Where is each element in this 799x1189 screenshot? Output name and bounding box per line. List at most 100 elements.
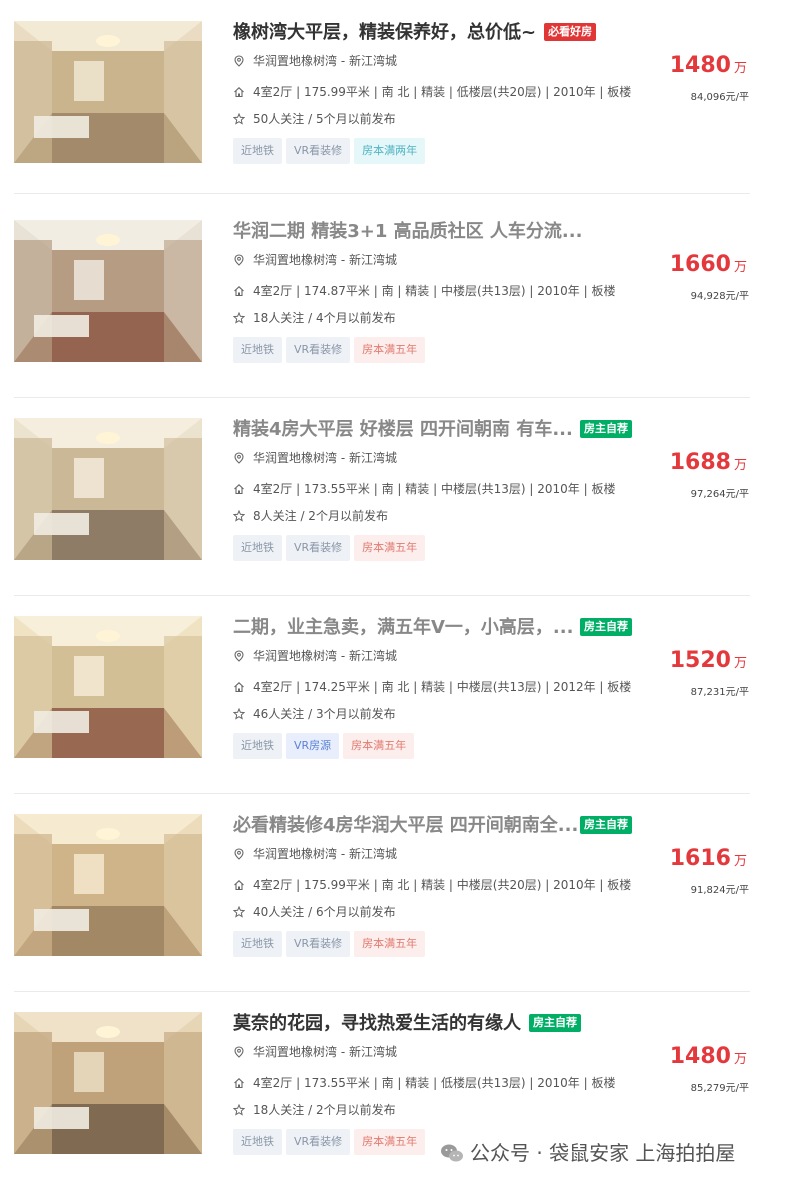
listing-title[interactable]: 精装4房大平层 好楼层 四开间朝南 有车... [233, 417, 573, 443]
watermark: 公众号 · 袋鼠安家 上海拍拍屋 [440, 1138, 735, 1168]
tag-vr-decoration: VR看装修 [286, 337, 351, 363]
price-unit: 万 [733, 1052, 747, 1067]
listing-location[interactable]: 华润置地橡树湾 - 新江湾城 [233, 1043, 397, 1061]
listing-title[interactable]: 华润二期 精装3+1 高品质社区 人车分流... [233, 219, 582, 245]
house-icon [233, 85, 245, 98]
listing-location[interactable]: 华润置地橡树湾 - 新江湾城 [233, 52, 397, 70]
price-value: 1480 [669, 1044, 731, 1069]
listing-item[interactable]: 华润二期 精装3+1 高品质社区 人车分流... 华润置地橡树湾 - 新江湾城 4室… [0, 199, 799, 397]
tag-near-subway: 近地铁 [233, 337, 282, 363]
listing-photo[interactable] [14, 418, 202, 560]
total-price: 1688 万 [670, 448, 747, 478]
tag-deed-five-years: 房本满五年 [354, 337, 426, 363]
listing-item[interactable]: 二期，业主急卖，满五年V一，小高层，... 房主自荐华润置地橡树湾 - 新江湾城 4… [0, 595, 799, 793]
price-unit: 万 [733, 656, 747, 671]
specs-text: 4室2厅 | 175.99平米 | 南 北 | 精装 | 低楼层(共20层) |… [253, 85, 632, 99]
listing-item[interactable]: 精装4房大平层 好楼层 四开间朝南 有车... 房主自荐华润置地橡树湾 - 新江湾… [0, 397, 799, 595]
tag-vr-listing: VR房源 [286, 733, 340, 759]
owner-recommend-badge: 房主自荐 [580, 816, 632, 834]
tag-vr-decoration: VR看装修 [286, 138, 351, 164]
house-icon [233, 680, 245, 693]
price-unit: 万 [733, 61, 747, 76]
followers-text: 8人关注 / 2个月以前发布 [253, 509, 388, 523]
listing-location[interactable]: 华润置地橡树湾 - 新江湾城 [233, 845, 397, 863]
listing-followers: 50人关注 / 5个月以前发布 [232, 110, 396, 128]
house-icon [233, 284, 245, 297]
followers-text: 40人关注 / 6个月以前发布 [253, 905, 396, 919]
tag-vr-decoration: VR看装修 [286, 931, 351, 957]
listing-location[interactable]: 华润置地橡树湾 - 新江湾城 [233, 251, 397, 269]
listing-specs: 4室2厅 | 173.55平米 | 南 | 精装 | 低楼层(共13层) | 2… [233, 1074, 615, 1092]
listing-location[interactable]: 华润置地橡树湾 - 新江湾城 [233, 449, 397, 467]
house-icon [233, 482, 245, 495]
location-text: 华润置地橡树湾 - 新江湾城 [253, 253, 397, 267]
location-pin-icon [233, 253, 245, 266]
location-pin-icon [233, 451, 245, 464]
listing-photo[interactable] [14, 21, 202, 163]
owner-recommend-badge: 房主自荐 [580, 420, 632, 438]
location-text: 华润置地橡树湾 - 新江湾城 [253, 847, 397, 861]
unit-price: 85,279元/平 [690, 1083, 749, 1094]
listing-tags: 近地铁 VR看装修 房本满五年 [233, 535, 429, 561]
star-icon [232, 707, 246, 720]
total-price: 1520 万 [670, 646, 747, 676]
listing-followers: 40人关注 / 6个月以前发布 [232, 903, 396, 921]
house-icon [233, 1076, 245, 1089]
listing-tags: 近地铁 VR房源 房本满五年 [233, 733, 418, 759]
wechat-icon [440, 1142, 464, 1164]
specs-text: 4室2厅 | 175.99平米 | 南 北 | 精装 | 中楼层(共20层) |… [253, 878, 632, 892]
location-pin-icon [233, 847, 245, 860]
total-price: 1480 万 [670, 51, 747, 81]
specs-text: 4室2厅 | 174.25平米 | 南 北 | 精装 | 中楼层(共13层) |… [253, 680, 632, 694]
listing-followers: 46人关注 / 3个月以前发布 [232, 705, 396, 723]
house-icon [233, 878, 245, 891]
tag-near-subway: 近地铁 [233, 535, 282, 561]
listing-tags: 近地铁 VR看装修 房本满两年 [233, 138, 429, 164]
total-price: 1660 万 [670, 250, 747, 280]
tag-near-subway: 近地铁 [233, 138, 282, 164]
total-price: 1480 万 [670, 1042, 747, 1072]
location-pin-icon [233, 1045, 245, 1058]
listing-photo[interactable] [14, 616, 202, 758]
listing-followers: 18人关注 / 2个月以前发布 [232, 1101, 396, 1119]
followers-text: 46人关注 / 3个月以前发布 [253, 707, 396, 721]
price-value: 1660 [669, 252, 731, 277]
listing-item[interactable]: 必看精装修4房华润大平层 四开间朝南全... 房主自荐华润置地橡树湾 - 新江湾城… [0, 793, 799, 991]
listing-specs: 4室2厅 | 174.25平米 | 南 北 | 精装 | 中楼层(共13层) |… [233, 678, 631, 696]
tag-deed-five-years: 房本满五年 [354, 931, 426, 957]
listing-title[interactable]: 必看精装修4房华润大平层 四开间朝南全... [233, 813, 578, 839]
price-unit: 万 [733, 458, 747, 473]
owner-recommend-badge: 房主自荐 [529, 1014, 581, 1032]
unit-price: 91,824元/平 [690, 885, 749, 896]
listing-item[interactable]: 橡树湾大平层，精装保养好，总价低~ 必看好房华润置地橡树湾 - 新江湾城 4室2厅 … [0, 0, 799, 198]
tag-deed-five-years: 房本满五年 [354, 1129, 426, 1155]
listing-photo[interactable] [14, 220, 202, 362]
watermark-text: 公众号 · 袋鼠安家 上海拍拍屋 [470, 1141, 736, 1165]
price-value: 1616 [669, 846, 731, 871]
tag-near-subway: 近地铁 [233, 733, 282, 759]
must-see-badge: 必看好房 [544, 23, 597, 41]
listing-tags: 近地铁 VR看装修 房本满五年 [233, 931, 429, 957]
listing-title[interactable]: 橡树湾大平层，精装保养好，总价低~ [233, 20, 536, 46]
tag-vr-decoration: VR看装修 [286, 1129, 351, 1155]
listing-location[interactable]: 华润置地橡树湾 - 新江湾城 [233, 647, 397, 665]
specs-text: 4室2厅 | 173.55平米 | 南 | 精装 | 低楼层(共13层) | 2… [253, 1076, 616, 1090]
listing-specs: 4室2厅 | 173.55平米 | 南 | 精装 | 中楼层(共13层) | 2… [233, 480, 615, 498]
price-value: 1688 [669, 450, 731, 475]
listing-tags: 近地铁 VR看装修 房本满五年 [233, 1129, 429, 1155]
star-icon [232, 112, 246, 125]
listing-followers: 8人关注 / 2个月以前发布 [232, 507, 388, 525]
price-unit: 万 [733, 260, 747, 275]
price-value: 1480 [669, 53, 731, 78]
listing-photo[interactable] [14, 1012, 202, 1154]
followers-text: 50人关注 / 5个月以前发布 [253, 112, 396, 126]
price-value: 1520 [669, 648, 731, 673]
star-icon [232, 509, 246, 522]
owner-recommend-badge: 房主自荐 [580, 618, 632, 636]
star-icon [232, 311, 246, 324]
location-text: 华润置地橡树湾 - 新江湾城 [253, 649, 397, 663]
listing-photo[interactable] [14, 814, 202, 956]
listing-title[interactable]: 莫奈的花园，寻找热爱生活的有缘人 [233, 1011, 521, 1037]
unit-price: 94,928元/平 [690, 291, 749, 302]
listing-title[interactable]: 二期，业主急卖，满五年V一，小高层，... [233, 615, 573, 641]
